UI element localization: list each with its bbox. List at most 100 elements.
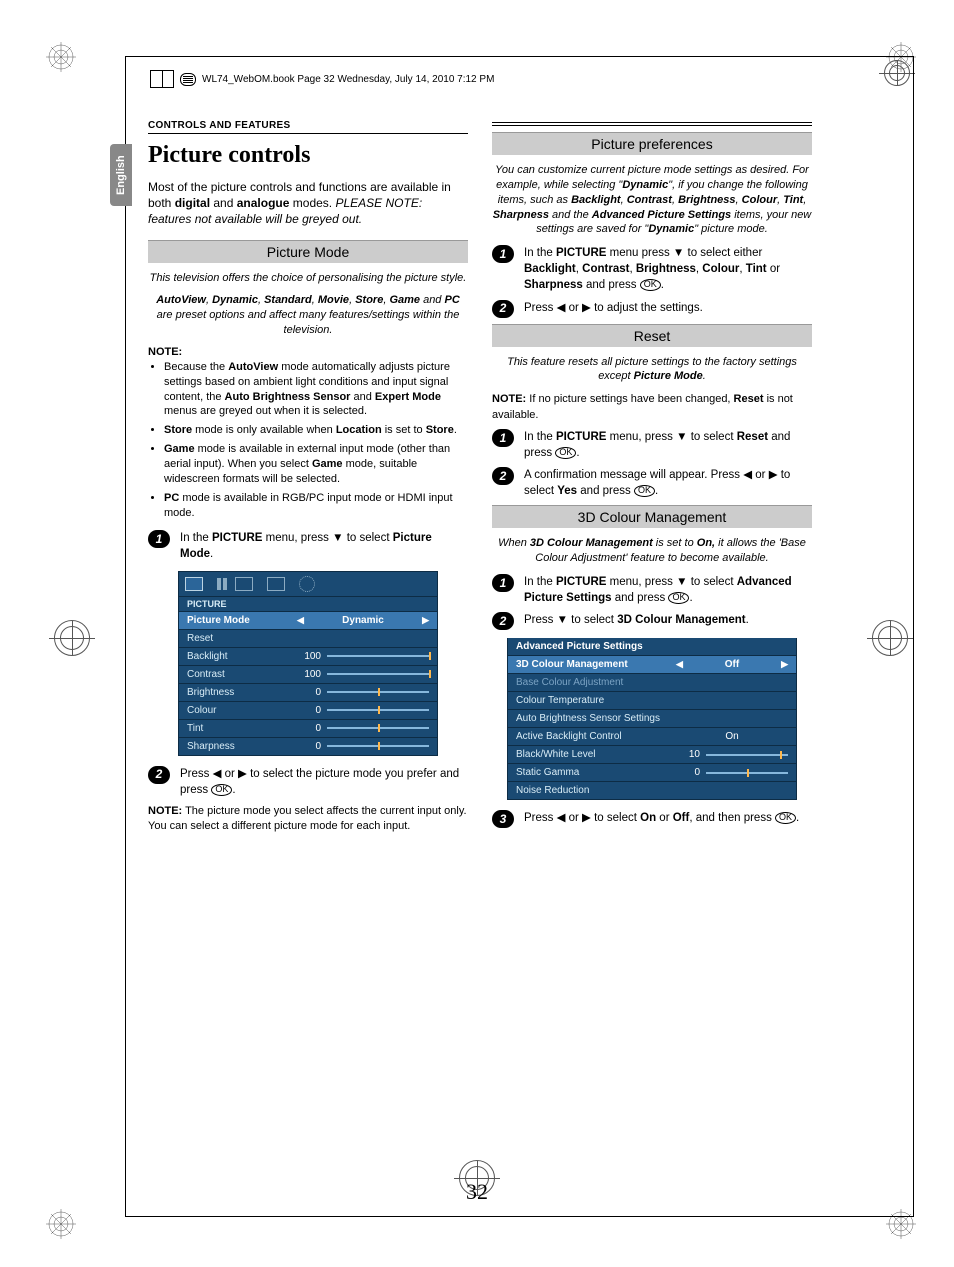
osd-value: 0 xyxy=(297,723,321,734)
picture-mode-footer-note: NOTE: The picture mode you select affect… xyxy=(148,804,468,835)
osd-row: Black/White Level10 xyxy=(507,746,797,764)
page-title: Picture controls xyxy=(148,142,468,169)
osd-value: Dynamic xyxy=(342,615,384,626)
osd-slider xyxy=(706,772,788,774)
intro-text: Most of the picture controls and functio… xyxy=(148,179,468,228)
note-item: PC mode is available in RGB/PC input mod… xyxy=(164,491,468,521)
tab-icon xyxy=(235,577,253,591)
tab-icon xyxy=(267,577,285,591)
osd-row: Colour Temperature xyxy=(507,692,797,710)
subheading-picture-prefs: Picture preferences xyxy=(492,132,812,155)
reset-step-1: 1 In the PICTURE menu, press ▼ to select… xyxy=(492,429,812,461)
subheading-picture-mode: Picture Mode xyxy=(148,240,468,263)
osd-label: Reset xyxy=(187,633,297,644)
osd-adv-title: Advanced Picture Settings xyxy=(507,638,797,656)
prefs-step-2-text: Press ◀ or ▶ to adjust the settings. xyxy=(524,300,812,316)
step-number-icon: 1 xyxy=(148,530,170,548)
prefs-intro: You can customize current picture mode s… xyxy=(492,163,812,237)
step-number-icon: 3 xyxy=(492,810,514,828)
osd-label: Contrast xyxy=(187,669,297,680)
step-number-icon: 2 xyxy=(148,766,170,784)
cm3d-intro: When 3D Colour Management is set to On, … xyxy=(492,536,812,566)
osd-row: Reset xyxy=(178,630,438,648)
osd-label: 3D Colour Management xyxy=(516,659,676,670)
step-2: 2 Press ◀ or ▶ to select the picture mod… xyxy=(148,766,468,798)
osd-row: 3D Colour Management◀Off▶ xyxy=(507,656,797,674)
cm3d-step-1-text: In the PICTURE menu, press ▼ to select A… xyxy=(524,574,812,606)
osd-label: Colour Temperature xyxy=(516,695,676,706)
cm3d-step-3-text: Press ◀ or ▶ to select On or Off, and th… xyxy=(524,810,812,826)
tab-sound-icon xyxy=(217,578,221,590)
osd-row: Base Colour Adjustment xyxy=(507,674,797,692)
osd-value: On xyxy=(676,731,788,742)
osd-label: Sharpness xyxy=(187,741,297,752)
tab-picture-icon xyxy=(185,577,203,591)
step-1-text: In the PICTURE menu, press ▼ to select P… xyxy=(180,530,468,562)
osd-label: Noise Reduction xyxy=(516,785,676,796)
osd-label: Black/White Level xyxy=(516,749,676,760)
cm3d-step-3: 3 Press ◀ or ▶ to select On or Off, and … xyxy=(492,810,812,828)
doc-header: WL74_WebOM.book Page 32 Wednesday, July … xyxy=(150,70,889,88)
osd-value: 100 xyxy=(297,669,321,680)
osd-row: Static Gamma0 xyxy=(507,764,797,782)
osd-tabbar xyxy=(178,571,438,597)
osd-row: Contrast100 xyxy=(178,666,438,684)
osd-value: 10 xyxy=(676,749,700,760)
osd-row: Sharpness0 xyxy=(178,738,438,756)
osd-label: Auto Brightness Sensor Settings xyxy=(516,713,676,724)
osd-value: 0 xyxy=(297,687,321,698)
osd-slider xyxy=(327,691,429,693)
prefs-step-2: 2 Press ◀ or ▶ to adjust the settings. xyxy=(492,300,812,318)
step-number-icon: 1 xyxy=(492,245,514,263)
step-number-icon: 2 xyxy=(492,300,514,318)
osd-value: 0 xyxy=(297,741,321,752)
osd-row: Tint0 xyxy=(178,720,438,738)
osd-picker: ◀Off▶ xyxy=(676,659,788,670)
osd-label: Base Colour Adjustment xyxy=(516,677,676,688)
osd-slider xyxy=(327,709,429,711)
note-label: NOTE: xyxy=(148,346,468,358)
cm3d-step-2: 2 Press ▼ to select 3D Colour Management… xyxy=(492,612,812,630)
osd-row: Noise Reduction xyxy=(507,782,797,800)
step-2-text: Press ◀ or ▶ to select the picture mode … xyxy=(180,766,468,798)
tab-settings-icon xyxy=(299,576,315,592)
osd-row: Colour0 xyxy=(178,702,438,720)
picture-mode-sub1: This television offers the choice of per… xyxy=(148,271,468,286)
osd-slider xyxy=(327,727,429,729)
note-item: Store mode is only available when Locati… xyxy=(164,423,468,438)
picture-mode-sub2: AutoView, Dynamic, Standard, Movie, Stor… xyxy=(148,293,468,338)
step-number-icon: 2 xyxy=(492,467,514,485)
step-1: 1 In the PICTURE menu, press ▼ to select… xyxy=(148,530,468,562)
osd-label: Colour xyxy=(187,705,297,716)
osd-value: Off xyxy=(725,659,739,670)
osd-row: Backlight100 xyxy=(178,648,438,666)
book-icon xyxy=(150,70,174,88)
osd-picture-menu: PICTURE Picture Mode◀Dynamic▶ Reset Backli… xyxy=(178,571,438,756)
section-header: CONTROLS AND FEATURES xyxy=(148,120,468,134)
note-item: Game mode is available in external input… xyxy=(164,442,468,487)
subheading-3d-colour: 3D Colour Management xyxy=(492,505,812,528)
osd-slider xyxy=(327,745,429,747)
prefs-step-1: 1 In the PICTURE menu press ▼ to select … xyxy=(492,245,812,293)
note-list: Because the AutoView mode automatically … xyxy=(148,360,468,520)
right-column: Picture preferences You can customize cu… xyxy=(492,120,812,841)
subheading-reset: Reset xyxy=(492,324,812,347)
left-column: CONTROLS AND FEATURES Picture controls M… xyxy=(148,120,468,841)
corner-mark xyxy=(46,42,76,72)
wire-binding-icon xyxy=(180,73,196,86)
osd-label: Backlight xyxy=(187,651,297,662)
reset-step-1-text: In the PICTURE menu, press ▼ to select R… xyxy=(524,429,812,461)
step-number-icon: 1 xyxy=(492,574,514,592)
osd-value: 0 xyxy=(676,767,700,778)
header-text: WL74_WebOM.book Page 32 Wednesday, July … xyxy=(202,74,494,85)
osd-row: Brightness0 xyxy=(178,684,438,702)
osd-label: Static Gamma xyxy=(516,767,676,778)
right-arrow-icon: ▶ xyxy=(781,659,788,670)
reset-step-2-text: A confirmation message will appear. Pres… xyxy=(524,467,812,499)
osd-row: Picture Mode◀Dynamic▶ xyxy=(178,612,438,630)
step-number-icon: 2 xyxy=(492,612,514,630)
osd-advanced-menu: Advanced Picture Settings 3D Colour Mana… xyxy=(507,638,797,800)
osd-title: PICTURE xyxy=(178,597,438,612)
reset-note: NOTE: If no picture settings have been c… xyxy=(492,392,812,423)
osd-picker: ◀Dynamic▶ xyxy=(297,615,429,626)
